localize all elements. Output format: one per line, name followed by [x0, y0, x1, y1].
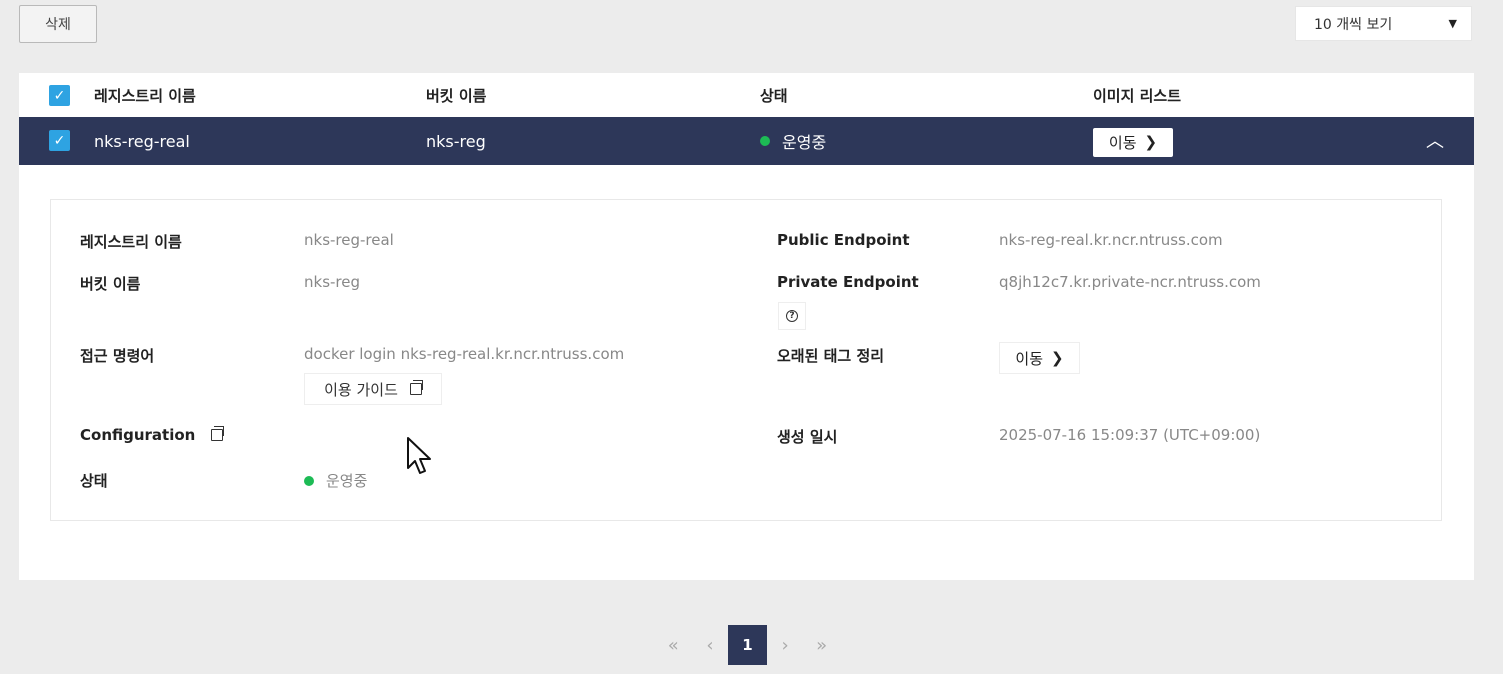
detail-created-at-label: 생성 일시	[777, 428, 838, 446]
chevron-up-icon[interactable]: ︿	[1424, 129, 1446, 152]
old-tag-cleanup-move-button[interactable]: 이동 ❯	[999, 342, 1080, 374]
registry-detail-panel: 레지스트리 이름 nks-reg-real 버킷 이름 nks-reg 접근 명…	[50, 199, 1442, 521]
status-dot-icon	[760, 136, 770, 146]
last-page-icon[interactable]: »	[803, 635, 840, 656]
detail-status-text: 운영중	[326, 472, 368, 490]
image-list-move-button[interactable]: 이동 ❯	[1093, 127, 1173, 157]
detail-old-tag-cleanup-label: 오래된 태그 정리	[777, 347, 885, 365]
header-image-list: 이미지 리스트	[1093, 86, 1182, 105]
detail-registry-name-value: nks-reg-real	[304, 231, 394, 249]
detail-registry-name-label: 레지스트리 이름	[80, 233, 182, 251]
header-status: 상태	[760, 86, 788, 105]
next-page-icon[interactable]: ›	[767, 635, 804, 656]
page-size-select[interactable]: 10 개씩 보기 ▼	[1295, 6, 1472, 41]
usage-guide-button[interactable]: 이용 가이드	[304, 373, 442, 405]
checkmark-icon: ✓	[53, 132, 66, 149]
row-registry-name: nks-reg-real	[94, 131, 190, 151]
chevron-right-icon: ❯	[1144, 133, 1158, 151]
detail-bucket-name-label: 버킷 이름	[80, 275, 141, 293]
header-bucket-name: 버킷 이름	[426, 86, 487, 105]
status-dot-icon	[304, 475, 314, 486]
detail-status-label: 상태	[80, 472, 108, 490]
page-size-label: 10 개씩 보기	[1314, 16, 1393, 33]
image-list-cell: 이동 ❯	[1093, 126, 1173, 157]
detail-status-value: 운영중	[304, 470, 367, 491]
table-header: ✓ 레지스트리 이름 버킷 이름 상태 이미지 리스트	[19, 73, 1474, 117]
detail-private-endpoint-label: Private Endpoint	[777, 273, 919, 291]
caret-down-icon: ▼	[1448, 17, 1457, 30]
row-status: 운영중	[760, 129, 826, 153]
chevron-right-icon: ❯	[1051, 349, 1064, 367]
detail-public-endpoint-label: Public Endpoint	[777, 231, 910, 249]
prev-page-icon[interactable]: ‹	[692, 635, 729, 656]
detail-access-command-value: docker login nks-reg-real.kr.ncr.ntruss.…	[304, 345, 625, 363]
page-1-button[interactable]: 1	[728, 625, 767, 665]
old-tag-cleanup-button-label: 이동	[1015, 349, 1044, 368]
row-checkbox[interactable]: ✓	[49, 130, 70, 151]
detail-configuration-label-wrap: Configuration	[80, 426, 225, 444]
detail-created-at-value: 2025-07-16 15:09:37 (UTC+09:00)	[999, 426, 1261, 444]
copy-icon[interactable]	[211, 426, 225, 441]
row-status-text: 운영중	[782, 133, 827, 152]
usage-guide-label: 이용 가이드	[324, 380, 398, 399]
delete-button[interactable]: 삭제	[19, 5, 97, 43]
detail-public-endpoint-value: nks-reg-real.kr.ncr.ntruss.com	[999, 231, 1223, 249]
table-row[interactable]: ✓ nks-reg-real nks-reg 운영중 이동 ❯ ︿	[19, 117, 1474, 165]
checkmark-icon: ✓	[53, 87, 66, 104]
select-all-checkbox[interactable]: ✓	[49, 85, 70, 106]
external-link-icon	[409, 380, 423, 395]
registry-table: ✓ 레지스트리 이름 버킷 이름 상태 이미지 리스트 ✓ nks-reg-re…	[19, 73, 1474, 580]
move-button-label: 이동	[1108, 133, 1137, 152]
detail-private-endpoint-value: q8jh12c7.kr.private-ncr.ntruss.com	[999, 273, 1261, 291]
detail-bucket-name-value: nks-reg	[304, 273, 361, 291]
row-bucket-name: nks-reg	[426, 131, 486, 151]
mouse-cursor-icon	[407, 437, 431, 474]
help-glyph: ?	[786, 310, 798, 322]
header-registry-name: 레지스트리 이름	[94, 86, 196, 105]
pagination: « ‹ 1 › »	[655, 625, 840, 665]
detail-access-command-label: 접근 명령어	[80, 347, 155, 365]
help-icon[interactable]: ?	[778, 302, 806, 330]
detail-configuration-label: Configuration	[80, 426, 196, 444]
first-page-icon[interactable]: «	[655, 635, 692, 656]
